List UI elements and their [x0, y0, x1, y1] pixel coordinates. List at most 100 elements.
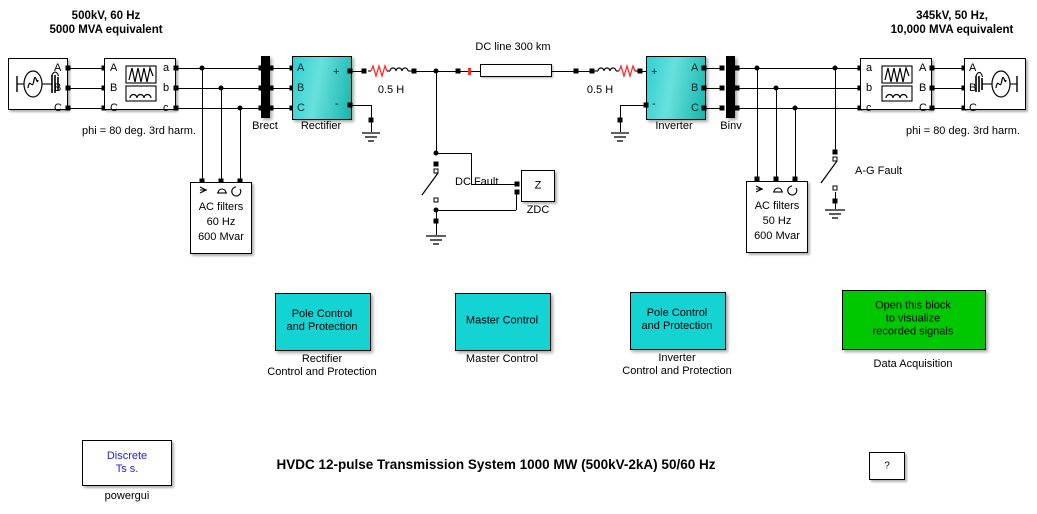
dc-fault-switch-icon[interactable] — [415, 170, 445, 202]
left-source-header-line2: 5000 MVA equivalent — [49, 24, 163, 36]
wire — [240, 108, 241, 180]
left-filter-port-a: a — [163, 62, 170, 74]
zdc-text-wrap: Z — [521, 170, 555, 202]
left-ac-filter-line3: 600 Mvar — [198, 231, 244, 243]
rectifier-port-minus: - — [335, 98, 339, 110]
wire — [436, 71, 437, 153]
ground-symbol-dcfault[interactable] — [424, 234, 450, 248]
rectifier-control-line1: Pole Control — [291, 308, 353, 320]
breaker-contact[interactable] — [832, 185, 838, 191]
ground-symbol-rectifier[interactable] — [360, 131, 384, 145]
port — [514, 181, 520, 187]
port — [719, 105, 725, 111]
page-title: HVDC 12-pulse Transmission System 1000 M… — [276, 457, 716, 472]
left-source-header: 500kV, 60 Hz 5000 MVA equivalent — [49, 9, 162, 37]
right-filter-port-B: B — [919, 82, 927, 94]
breaker-contact[interactable] — [433, 197, 439, 203]
dc-line-block[interactable] — [480, 64, 552, 77]
rectifier-label: Rectifier — [300, 120, 342, 132]
wire — [350, 105, 372, 106]
powergui-text-wrap: Discrete Ts s. — [82, 440, 172, 486]
rectifier-control-line2: and Protection — [286, 321, 358, 333]
left-source-port-b: B — [54, 82, 62, 94]
inverter-port-b: B — [691, 82, 699, 94]
ag-fault-switch-icon[interactable] — [815, 158, 845, 190]
left-filter-port-C: C — [110, 102, 118, 114]
right-source-header-line2: 10,000 MVA equivalent — [890, 24, 1014, 36]
rectifier-control-label-line2: Control and Protection — [267, 366, 377, 378]
wire — [757, 68, 758, 178]
left-ac-filter-line1: AC filters — [198, 201, 244, 213]
rectifier-port-b: B — [297, 82, 305, 94]
left-filter-port-c: c — [163, 102, 169, 114]
binv-label: Binv — [720, 120, 742, 132]
port — [514, 189, 520, 195]
data-acquisition-text-wrap: Open this block to visualize recorded si… — [842, 290, 984, 348]
data-acquisition-label: Data Acquisition — [873, 358, 953, 370]
zdc-label: ZDC — [526, 204, 550, 216]
rectifier-port-c: C — [297, 102, 305, 114]
right-smoothing-reactor-symbol[interactable] — [594, 62, 644, 80]
master-control-text: Master Control — [465, 314, 539, 327]
powergui-line2: Ts s. — [115, 463, 139, 475]
master-control-text-wrap: Master Control — [455, 293, 549, 349]
left-phi-label: phi = 80 deg. 3rd harm. — [81, 125, 197, 137]
inverter-port-a: A — [691, 62, 699, 74]
hvdc-model-canvas: 500kV, 60 Hz 5000 MVA equivalent 345kV, … — [0, 0, 1037, 514]
left-filter-port-b: b — [163, 82, 170, 94]
wire — [516, 192, 517, 210]
wire — [835, 68, 836, 151]
wire — [932, 68, 964, 69]
wire — [932, 88, 964, 89]
wire — [176, 108, 262, 109]
ag-fault-label: A-G Fault — [855, 165, 903, 177]
dc-fault-label: DC Fault — [455, 176, 499, 188]
wire — [932, 108, 964, 109]
left-ac-filter-line2: 60 Hz — [206, 216, 236, 228]
right-filter-port-a: a — [866, 62, 873, 74]
left-filter-port-B: B — [110, 82, 118, 94]
help-text-wrap: ? — [869, 452, 905, 480]
left-smoothing-reactor-symbol[interactable] — [368, 62, 418, 80]
rectifier-control-text-wrap: Pole Control and Protection — [275, 293, 369, 349]
right-filter-port-b: b — [866, 82, 873, 94]
left-reactor-label: 0.5 H — [377, 84, 405, 96]
right-ac-filter-line2: 50 Hz — [762, 215, 792, 227]
inverter-port-c: C — [691, 102, 699, 114]
data-acquisition-text: Open this block to visualize recorded si… — [873, 300, 954, 339]
wire — [620, 105, 646, 106]
zdc-text: Z — [534, 179, 542, 192]
wire — [176, 68, 262, 69]
right-filter-port-A: A — [919, 62, 927, 74]
data-acquisition-line2: to visualize — [885, 312, 941, 325]
wire — [795, 108, 796, 178]
inverter-port-minus: - — [652, 98, 656, 110]
wire — [436, 153, 472, 154]
right-filter-port-C: C — [919, 102, 927, 114]
ground-symbol-agfault[interactable] — [823, 208, 849, 222]
wire — [436, 210, 516, 211]
port — [832, 149, 838, 155]
left-ac-filter-text: AC filters 60 Hz 600 Mvar — [190, 198, 252, 252]
wire — [68, 88, 104, 89]
ground-symbol-inverter[interactable] — [609, 131, 633, 145]
right-source-header: 345kV, 50 Hz, 10,000 MVA equivalent — [891, 9, 1014, 37]
right-source-header-line1: 345kV, 50 Hz, — [916, 10, 988, 22]
dc-line-marker — [468, 68, 471, 75]
wire — [68, 68, 104, 69]
wire — [737, 108, 860, 109]
port — [433, 161, 439, 167]
wire — [737, 88, 860, 89]
data-acquisition-line3: recorded signals — [872, 325, 954, 338]
inverter-control-label-line1: Inverter — [658, 352, 696, 364]
powergui-label: powergui — [104, 490, 150, 502]
data-acquisition-line1: Open this block — [875, 299, 951, 312]
wire — [436, 210, 437, 227]
inverter-label: Inverter — [655, 120, 693, 132]
right-ac-filter-line1: AC filters — [754, 200, 800, 212]
right-ac-source-symbol — [975, 70, 1018, 98]
right-ac-filter-line3: 600 Mvar — [754, 230, 800, 242]
master-control-label: Master Control — [465, 353, 539, 365]
inverter-control-label: Inverter Control and Protection — [622, 352, 731, 378]
help-text: ? — [884, 460, 890, 472]
